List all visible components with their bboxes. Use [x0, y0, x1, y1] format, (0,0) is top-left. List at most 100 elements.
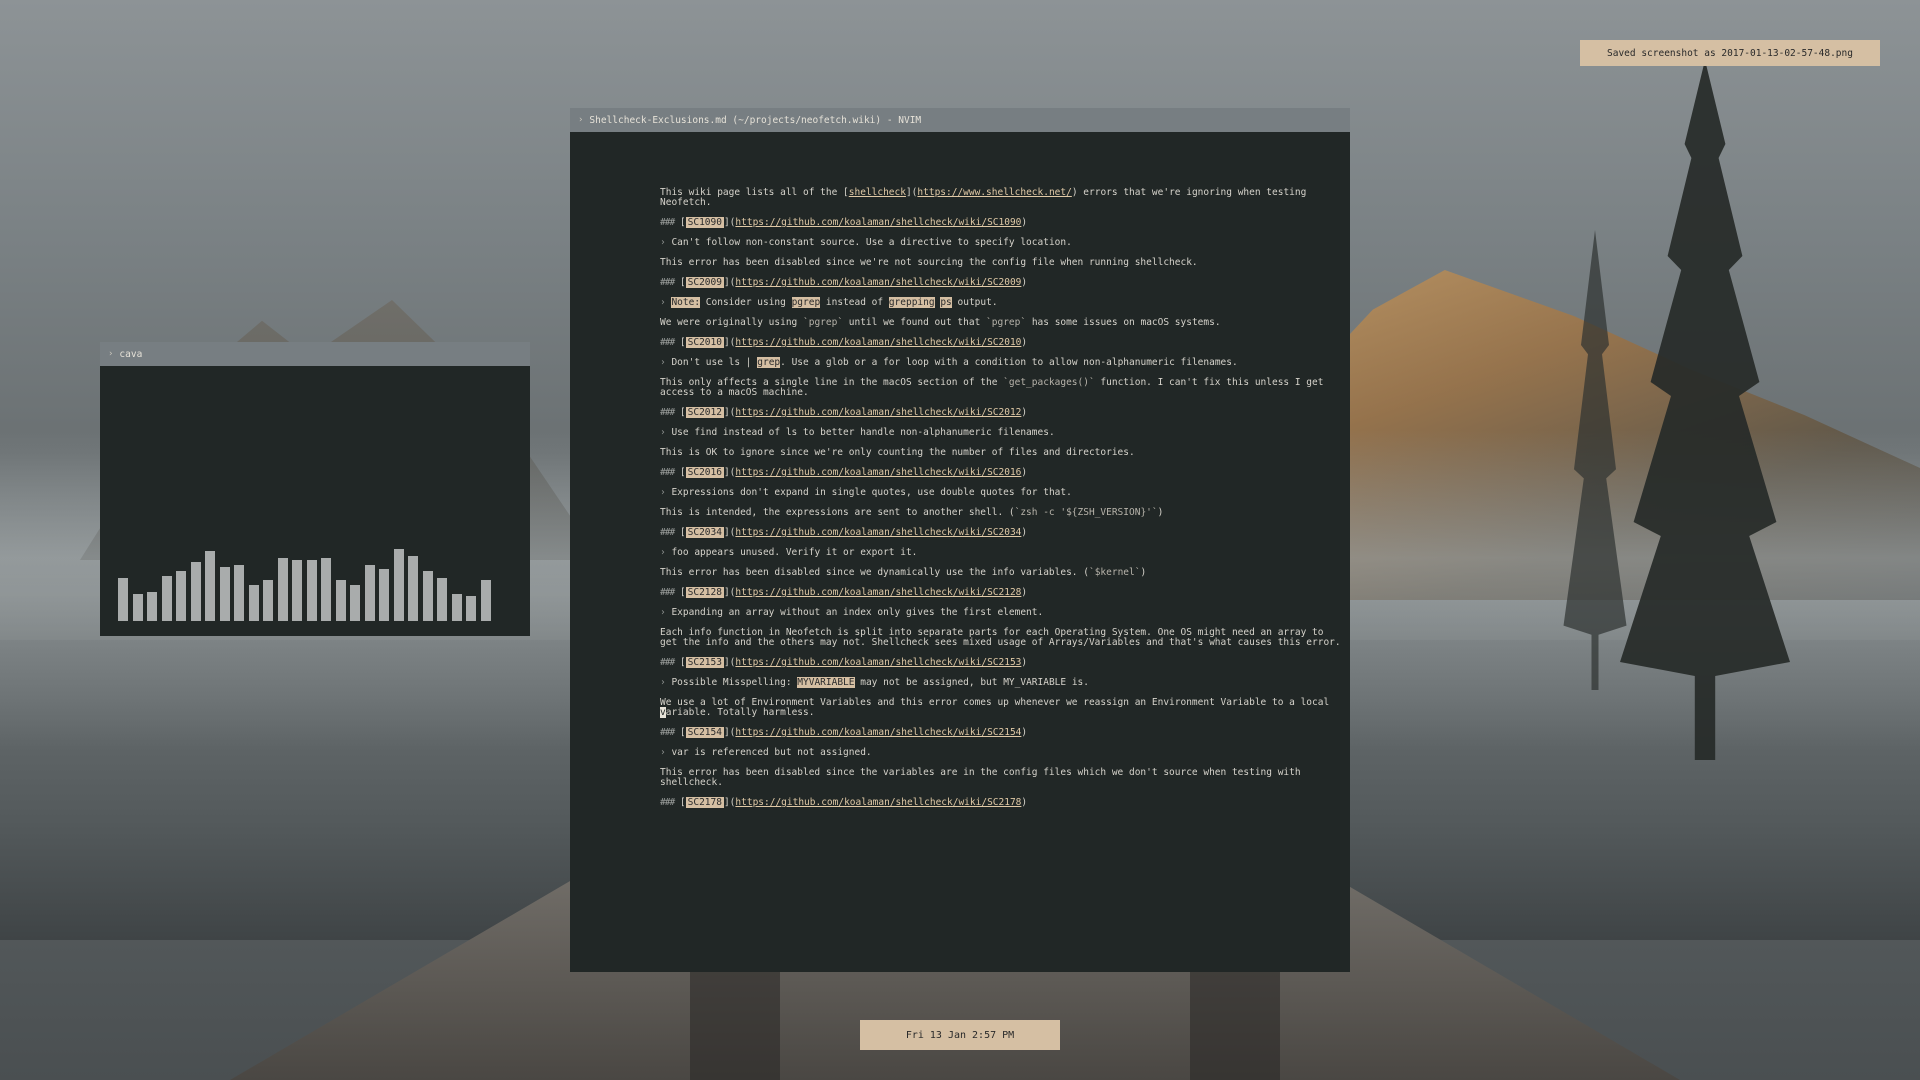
intro-text: Neofetch. [660, 197, 712, 208]
cava-titlebar[interactable]: › cava [100, 342, 530, 366]
error-code-tag: SC2128 [685, 587, 724, 598]
visualizer-bar [321, 558, 331, 621]
visualizer-bar [205, 551, 215, 621]
heading-marker: ### [660, 797, 675, 808]
explanation-text: get the info and the others may not. She… [660, 637, 1341, 648]
blockquote-marker: › [660, 677, 672, 688]
highlighted-code: grep [757, 357, 781, 368]
visualizer-bar [306, 560, 317, 621]
explanation-text: ) [1140, 567, 1147, 578]
explanation-text: This error has been disabled since the v… [660, 767, 1301, 778]
error-code-tag: SC2016 [685, 467, 724, 478]
wiki-link[interactable]: https://github.com/koalaman/shellcheck/w… [735, 217, 1021, 228]
visualizer-bar [132, 594, 143, 621]
error-code-tag: SC2009 [685, 277, 724, 288]
blockquote-marker: › [660, 747, 672, 758]
error-code-tag: SC2012 [685, 407, 724, 418]
error-code-tag: SC2153 [685, 657, 724, 668]
visualizer-bar [379, 569, 389, 621]
error-description: Expressions don't expand in single quote… [671, 487, 1072, 498]
blockquote-marker: › [660, 357, 672, 368]
error-description: . Use a glob or a for loop with a condit… [780, 357, 1238, 368]
explanation-text: We were originally using [660, 317, 803, 328]
explanation-text: function. I can't fix this unless I get [1094, 377, 1324, 388]
blockquote-marker: › [660, 237, 672, 248]
highlighted-code: ps [940, 297, 952, 308]
visualizer-bar [350, 585, 360, 621]
inline-code: `pgrep` [803, 317, 844, 328]
highlighted-code: pgrep [791, 297, 821, 308]
heading-marker: ### [660, 407, 675, 418]
explanation-text: until we found out that [843, 317, 987, 328]
wiki-link[interactable]: https://github.com/koalaman/shellcheck/w… [735, 797, 1021, 808]
screenshot-notification: Saved screenshot as 2017-01-13-02-57-48.… [1580, 40, 1880, 66]
heading-marker: ### [660, 527, 675, 538]
exclusion-list: ### [SC1090](https://github.com/koalaman… [660, 217, 1341, 808]
error-description: Use find instead of ls to better handle … [671, 427, 1055, 438]
wiki-link[interactable]: https://github.com/koalaman/shellcheck/w… [735, 277, 1021, 288]
blockquote-marker: › [660, 547, 672, 558]
exclusion-entry: ### [SC2178](https://github.com/koalaman… [660, 797, 1028, 808]
heading-marker: ### [660, 467, 675, 478]
highlighted-code: grepping [888, 297, 935, 308]
explanation-text: This is intended, the expressions are se… [660, 507, 1015, 518]
visualizer-bar [480, 580, 491, 621]
highlighted-code: Note: [671, 297, 701, 308]
wiki-link[interactable]: https://github.com/koalaman/shellcheck/w… [735, 527, 1021, 538]
wiki-link[interactable]: https://github.com/koalaman/shellcheck/w… [735, 337, 1021, 348]
visualizer-bar [292, 560, 302, 621]
heading-marker: ### [660, 657, 675, 668]
blockquote-marker: › [660, 487, 672, 498]
visualizer-bar [451, 594, 462, 621]
visualizer-bar [234, 565, 244, 621]
error-code-tag: SC2010 [685, 337, 724, 348]
error-description: foo appears unused. Verify it or export … [671, 547, 918, 558]
exclusion-entry: ### [SC2010](https://github.com/koalaman… [660, 337, 1324, 398]
visualizer-bar [161, 576, 172, 621]
visualizer-bar [466, 596, 476, 621]
error-description: may not be assigned, but MY_VARIABLE is. [854, 677, 1089, 688]
exclusion-entry: ### [SC2154](https://github.com/koalaman… [660, 727, 1301, 788]
visualizer-bar [335, 580, 346, 621]
audio-visualizer [118, 531, 512, 621]
error-description: output. [951, 297, 998, 308]
intro-link-shellcheck[interactable]: shellcheck [849, 187, 906, 198]
visualizer-bar [248, 585, 259, 621]
explanation-text: This error has been disabled since we're… [660, 257, 1198, 268]
inline-code: `zsh -c '${ZSH_VERSION}'` [1014, 507, 1158, 518]
prompt-chevron-icon: › [578, 115, 584, 125]
editor-buffer[interactable]: This wiki page lists all of the [shellch… [660, 187, 1341, 818]
visualizer-bar [219, 567, 230, 621]
error-description: Expanding an array without an index only… [671, 607, 1044, 618]
explanation-text: This error has been disabled since we dy… [660, 567, 1089, 578]
blockquote-marker: › [660, 297, 672, 308]
cava-window[interactable]: › cava [100, 342, 530, 636]
explanation-text: access to a macOS machine. [660, 387, 809, 398]
explanation-text: has some issues on macOS systems. [1026, 317, 1221, 328]
wiki-link[interactable]: https://github.com/koalaman/shellcheck/w… [735, 587, 1021, 598]
wiki-link[interactable]: https://github.com/koalaman/shellcheck/w… [735, 407, 1021, 418]
exclusion-entry: ### [SC2009](https://github.com/koalaman… [660, 277, 1221, 328]
error-code-tag: SC2034 [685, 527, 724, 538]
clock-bar: Fri 13 Jan 2:57 PM [860, 1020, 1060, 1050]
error-code-tag: SC2178 [685, 797, 724, 808]
explanation-text: ) [1157, 507, 1164, 518]
heading-marker: ### [660, 337, 675, 348]
wiki-link[interactable]: https://github.com/koalaman/shellcheck/w… [735, 467, 1021, 478]
intro-text: ]( [905, 187, 918, 198]
visualizer-bar [393, 549, 404, 621]
error-description: instead of [820, 297, 889, 308]
explanation-text: ariable. Totally harmless. [665, 707, 815, 718]
intro-link-url[interactable]: https://www.shellcheck.net/ [917, 187, 1071, 198]
wiki-link[interactable]: https://github.com/koalaman/shellcheck/w… [735, 657, 1021, 668]
error-description: Can't follow non-constant source. Use a … [671, 237, 1072, 248]
wiki-link[interactable]: https://github.com/koalaman/shellcheck/w… [735, 727, 1021, 738]
visualizer-bar [437, 578, 447, 621]
inline-code: `get_packages()` [1003, 377, 1095, 388]
visualizer-bar [190, 562, 201, 621]
error-description: Consider using [700, 297, 792, 308]
nvim-titlebar[interactable]: › Shellcheck-Exclusions.md (~/projects/n… [570, 108, 1350, 132]
visualizer-bar [408, 556, 418, 621]
error-description: Don't use ls | [671, 357, 758, 368]
nvim-window[interactable]: › Shellcheck-Exclusions.md (~/projects/n… [570, 108, 1350, 972]
